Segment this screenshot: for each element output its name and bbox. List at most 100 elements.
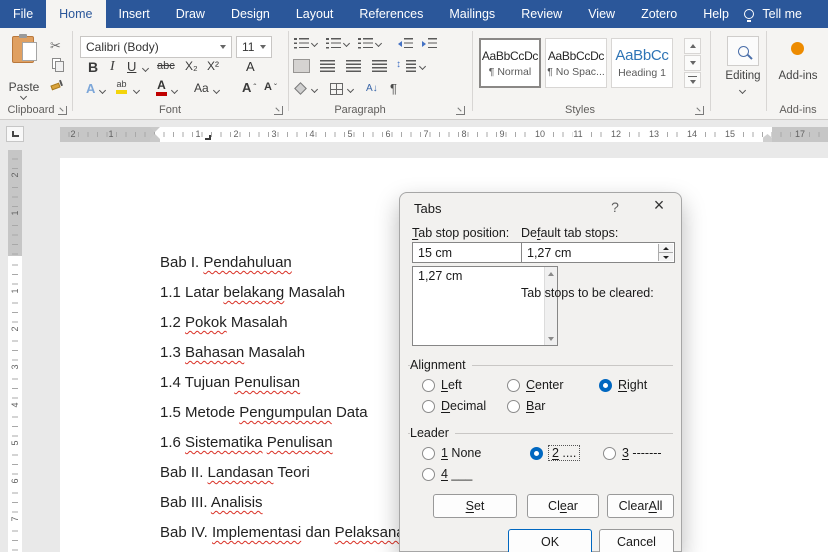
radio-3[interactable]: 3 -------	[603, 445, 662, 461]
menu-tab-help[interactable]: Help	[690, 0, 742, 28]
font-color-chevron-icon[interactable]	[171, 87, 178, 94]
sort-button[interactable]: A↓	[366, 83, 378, 94]
radio-4[interactable]: 4 ___	[422, 466, 472, 482]
menu-tab-insert[interactable]: Insert	[106, 0, 163, 28]
change-case-button[interactable]: Aa	[194, 81, 209, 95]
cut-icon[interactable]: ✂	[50, 38, 61, 54]
editing-chevron-icon[interactable]	[739, 87, 746, 94]
horizontal-ruler[interactable]: 2112345678910111213141517	[60, 127, 828, 142]
borders-chevron-icon[interactable]	[347, 86, 354, 93]
bold-button[interactable]: B	[88, 59, 98, 75]
text-effects-button[interactable]: A	[86, 81, 95, 96]
shrink-font-button[interactable]: Aˇ	[264, 81, 277, 93]
tell-me[interactable]: Tell me	[744, 0, 802, 28]
styles-scroll-up-button[interactable]	[684, 38, 701, 54]
line-spacing-button[interactable]: ↕	[396, 59, 401, 70]
align-right-button[interactable]	[346, 60, 361, 72]
listbox-scrollbar[interactable]	[544, 267, 557, 345]
clear-button[interactable]: Clear	[527, 494, 599, 518]
paste-button[interactable]: Paste	[0, 28, 48, 100]
font-size-combo[interactable]: 11	[236, 36, 272, 58]
styles-scroll-down-button[interactable]	[684, 55, 701, 71]
vertical-ruler[interactable]: 211234567	[8, 150, 22, 552]
numbering-chevron-icon[interactable]	[343, 40, 350, 47]
increase-indent-button[interactable]	[422, 37, 437, 49]
menu-tab-layout[interactable]: Layout	[283, 0, 347, 28]
radio-right[interactable]: Right	[599, 377, 647, 393]
editing-button[interactable]	[727, 36, 759, 66]
tab-stops-listbox[interactable]: 1,27 cm	[412, 266, 558, 346]
paragraph-dialog-launcher[interactable]	[456, 106, 465, 115]
help-button[interactable]: ?	[606, 199, 624, 215]
align-center-button[interactable]	[320, 60, 335, 72]
cancel-button[interactable]: Cancel	[599, 529, 674, 552]
ok-button[interactable]: OK	[508, 529, 592, 552]
style-card-no-spac[interactable]: AaBbCcDc¶ No Spac...	[545, 38, 607, 88]
tab-selector[interactable]	[6, 126, 24, 142]
highlight-button[interactable]: ab	[116, 80, 127, 94]
italic-button[interactable]: I	[110, 59, 115, 75]
menu-tab-review[interactable]: Review	[508, 0, 575, 28]
scroll-up-button[interactable]	[545, 267, 557, 280]
styles-more-button[interactable]	[684, 72, 701, 88]
format-painter-icon[interactable]	[50, 83, 60, 91]
spinner[interactable]	[658, 244, 673, 261]
style-card-heading-1[interactable]: AaBbCcHeading 1	[611, 38, 673, 88]
radio-left[interactable]: Left	[422, 377, 462, 393]
spinner-up-button[interactable]	[659, 244, 673, 253]
decrease-indent-button[interactable]	[398, 37, 413, 49]
set-button[interactable]: Set	[433, 494, 517, 518]
underline-button[interactable]: U	[127, 59, 136, 74]
numbering-button[interactable]	[326, 37, 341, 49]
spinner-down-button[interactable]	[659, 253, 673, 261]
align-left-button[interactable]	[294, 60, 309, 72]
radio-1-none[interactable]: 1 None	[422, 445, 481, 461]
bullets-chevron-icon[interactable]	[311, 40, 318, 47]
clear-all-button[interactable]: Clear All	[607, 494, 674, 518]
radio-center[interactable]: Center	[507, 377, 564, 393]
default-tab-stops-value: 1,27 cm	[527, 246, 571, 260]
menu-tab-view[interactable]: View	[575, 0, 628, 28]
style-card-normal[interactable]: AaBbCcDc¶ Normal	[479, 38, 541, 88]
shading-chevron-icon[interactable]	[311, 86, 318, 93]
text-effects-chevron-icon[interactable]	[99, 87, 106, 94]
styles-dialog-launcher[interactable]	[695, 106, 704, 115]
underline-chevron-icon[interactable]	[142, 65, 149, 72]
multilevel-chevron-icon[interactable]	[375, 40, 382, 47]
tab-stop-list-item[interactable]: 1,27 cm	[413, 267, 543, 285]
tab-stop-marker[interactable]	[205, 135, 211, 140]
shading-button[interactable]	[294, 82, 307, 95]
font-dialog-launcher[interactable]	[274, 106, 283, 115]
menu-tab-home[interactable]: Home	[46, 0, 105, 28]
bullets-button[interactable]	[294, 37, 309, 49]
radio-bar[interactable]: Bar	[507, 398, 545, 414]
close-icon[interactable]: ×	[648, 195, 670, 216]
menu-tab-draw[interactable]: Draw	[163, 0, 218, 28]
change-case-chevron-icon[interactable]	[213, 87, 220, 94]
menu-tab-design[interactable]: Design	[218, 0, 283, 28]
radio-2[interactable]: 2 ....	[530, 445, 579, 461]
justify-button[interactable]	[372, 60, 387, 72]
add-ins-icon[interactable]	[791, 42, 804, 55]
radio-decimal[interactable]: Decimal	[422, 398, 486, 414]
strikethrough-button[interactable]: abc	[157, 60, 175, 72]
menu-tab-references[interactable]: References	[346, 0, 436, 28]
clipboard-dialog-launcher[interactable]	[58, 106, 67, 115]
multilevel-list-button[interactable]	[358, 37, 373, 49]
left-indent-marker[interactable]	[150, 139, 160, 142]
menu-tab-zotero[interactable]: Zotero	[628, 0, 690, 28]
font-color-button[interactable]: A	[156, 79, 167, 96]
subscript-button[interactable]: X₂	[185, 59, 198, 73]
show-hide-pilcrow-button[interactable]: ¶	[390, 81, 397, 96]
font-name-combo[interactable]: Calibri (Body)	[80, 36, 232, 58]
first-line-indent-marker[interactable]	[150, 127, 160, 132]
menu-tab-mailings[interactable]: Mailings	[436, 0, 508, 28]
default-tab-stops-input[interactable]: 1,27 cm	[521, 242, 675, 263]
superscript-button[interactable]: X²	[207, 59, 219, 73]
menu-tab-file[interactable]: File	[0, 0, 46, 28]
scroll-down-button[interactable]	[545, 332, 557, 345]
highlight-chevron-icon[interactable]	[133, 87, 140, 94]
grow-font-button[interactable]: Aˆ	[242, 80, 256, 95]
borders-button[interactable]	[330, 83, 343, 95]
add-ins-button-label[interactable]: Add-ins	[770, 70, 826, 82]
